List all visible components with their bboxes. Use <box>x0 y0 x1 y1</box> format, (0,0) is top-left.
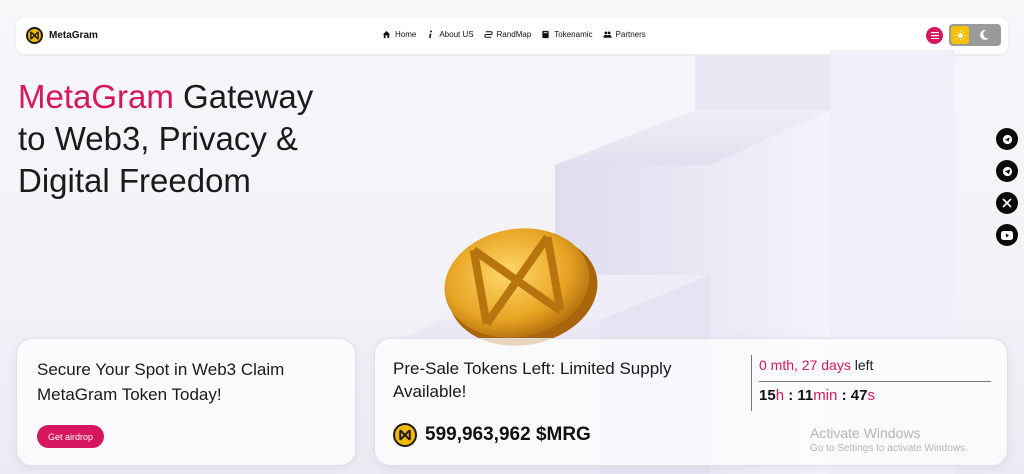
nav-item-partners[interactable]: Partners <box>602 30 646 39</box>
sun-icon[interactable] <box>951 26 969 44</box>
brand[interactable]: MetaGram <box>26 27 98 44</box>
get-airdrop-button[interactable]: Get airdrop <box>37 425 105 448</box>
countdown-months-days: 0 mth, 27 days left <box>759 357 873 373</box>
users-icon <box>602 30 612 39</box>
nav-label-roadmap: RandMap <box>496 30 532 39</box>
presale-line-2: Available! <box>393 382 467 401</box>
nav-label-about: About US <box>439 30 474 39</box>
nav-label-tokenomics: Tokenamic <box>554 30 593 39</box>
nav-item-roadmap[interactable]: RandMap <box>483 30 532 39</box>
nav-label-home: Home <box>395 30 417 39</box>
countdown-top-suffix: left <box>850 357 874 373</box>
airdrop-card: Secure Your Spot in Web3 Claim MetaGram … <box>16 338 356 466</box>
presale-line-1: Pre-Sale Tokens Left: Limited Supply <box>393 359 672 378</box>
countdown-seconds: 47 <box>850 387 868 404</box>
countdown-hms: 15h : 11min : 47s <box>759 387 875 404</box>
countdown-divider <box>759 381 991 382</box>
nav-item-tokenomics[interactable]: Tokenamic <box>541 30 593 39</box>
hero-title-rest: Gateway <box>173 78 314 115</box>
brand-name: MetaGram <box>49 30 98 41</box>
hamburger-icon <box>930 32 939 39</box>
social-button-youtube[interactable] <box>996 224 1018 246</box>
book-icon <box>541 30 550 39</box>
countdown: 0 mth, 27 days left 15h : 11min : 47s <box>751 355 991 411</box>
social-icon-1 <box>1002 134 1012 144</box>
nav-item-home[interactable]: Home <box>382 30 416 39</box>
theme-toggle[interactable] <box>949 24 1001 46</box>
token-supply: 599,963,962 $MRG <box>393 423 591 447</box>
moon-icon[interactable] <box>975 26 993 44</box>
activate-windows-watermark: Activate Windows Go to Settings to activ… <box>810 425 968 454</box>
airdrop-line-2: MetaGram Token Today! <box>37 385 222 404</box>
info-icon <box>426 30 435 39</box>
x-icon <box>1002 198 1012 208</box>
top-navbar: MetaGram Home About US RandMap Tokenamic <box>16 18 1008 54</box>
nav-label-partners: Partners <box>615 30 646 39</box>
metagram-logo-icon <box>26 27 43 44</box>
hero-title-line-2: to Web3, Privacy & <box>18 120 299 157</box>
token-amount: 599,963,962 $MRG <box>425 424 591 445</box>
social-button-telegram[interactable] <box>996 160 1018 182</box>
countdown-top-value: 0 mth, 27 days <box>759 357 851 373</box>
social-button-1[interactable] <box>996 128 1018 150</box>
hero-title: MetaGram Gateway to Web3, Privacy & Digi… <box>18 76 378 202</box>
watermark-title: Activate Windows <box>810 425 921 441</box>
airdrop-line-1: Secure Your Spot in Web3 Claim <box>37 360 285 379</box>
social-button-x[interactable] <box>996 192 1018 214</box>
hero-title-line-3: Digital Freedom <box>18 162 251 199</box>
youtube-icon <box>1001 230 1013 240</box>
hero-title-accent: MetaGram <box>18 78 174 115</box>
airdrop-text: Secure Your Spot in Web3 Claim MetaGram … <box>37 357 337 407</box>
watermark-subtitle: Go to Settings to activate Windows. <box>810 443 968 454</box>
route-icon <box>483 30 493 39</box>
mrg-token-icon <box>393 423 417 447</box>
countdown-minutes: 11 <box>797 387 814 404</box>
countdown-hours-unit: h <box>775 387 785 404</box>
telegram-icon <box>1002 166 1012 176</box>
nav-item-about[interactable]: About US <box>426 30 474 39</box>
countdown-seconds-unit: s <box>867 387 875 404</box>
countdown-hours: 15 <box>759 387 776 404</box>
presale-text: Pre-Sale Tokens Left: Limited Supply Ava… <box>393 357 733 403</box>
social-links <box>996 128 1018 246</box>
nav-links: Home About US RandMap Tokenamic Partners <box>382 30 646 39</box>
menu-button[interactable] <box>926 27 943 44</box>
countdown-minutes-unit: min <box>813 387 838 404</box>
home-icon <box>382 30 391 39</box>
